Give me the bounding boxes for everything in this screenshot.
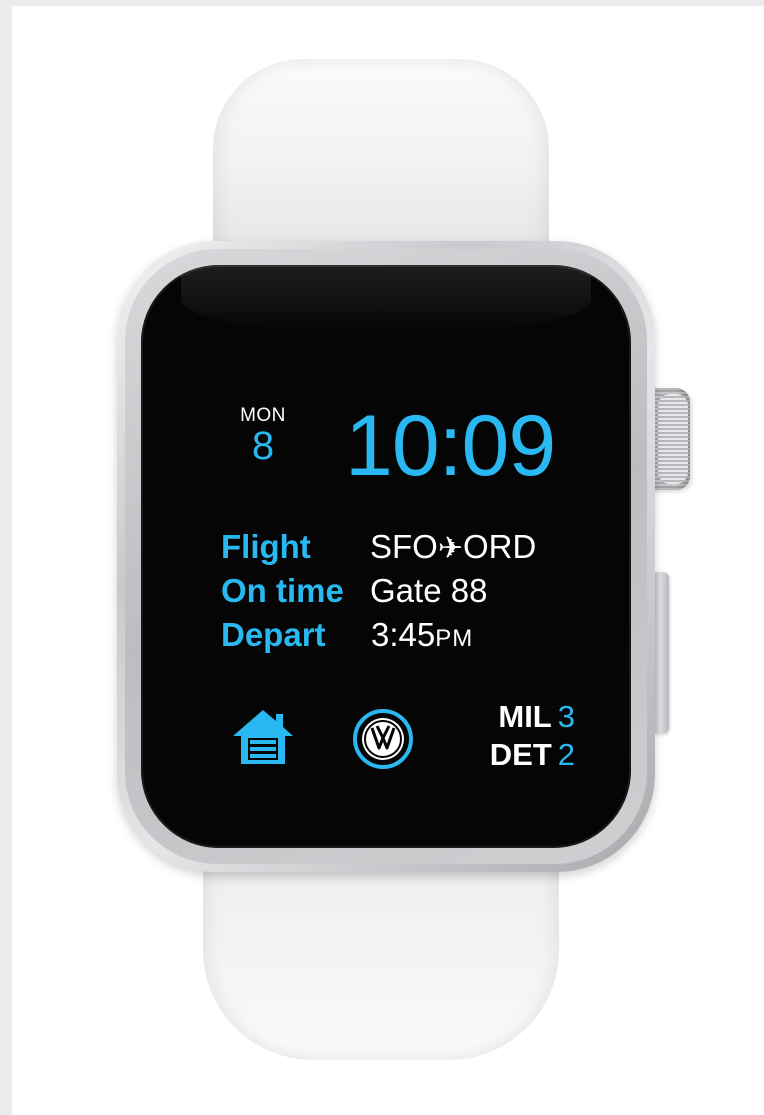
team-score: 3 [557, 699, 575, 734]
depart-time-suffix: PM [435, 625, 474, 652]
watch-case-inner: MON 8 10:09 Flight SFO✈ORD On time Gate … [125, 249, 647, 864]
digital-crown-face [658, 394, 688, 484]
team-score: 2 [557, 737, 575, 772]
garage-home-icon[interactable] [231, 708, 295, 766]
watch-band-bottom [203, 840, 559, 1060]
depart-time-value: 3:45 [371, 616, 436, 653]
team-name: MIL [498, 699, 552, 734]
flight-route: SFO✈ORD [370, 527, 536, 569]
score-row: MIL 3 [455, 698, 575, 736]
watch-screen[interactable]: MON 8 10:09 Flight SFO✈ORD On time Gate … [141, 265, 631, 848]
time-display: 10:09 [345, 398, 556, 494]
watch-band-top [213, 59, 549, 269]
flight-row[interactable]: Flight SFO✈ORD [221, 527, 581, 567]
team-name: DET [489, 737, 552, 772]
sports-scores[interactable]: MIL 3 DET 2 [455, 698, 575, 774]
watch-case: MON 8 10:09 Flight SFO✈ORD On time Gate … [117, 241, 655, 872]
depart-time: 3:45PM [371, 615, 473, 659]
flight-origin: SFO [370, 528, 438, 565]
airplane-icon: ✈ [437, 532, 463, 565]
glass-reflection [181, 265, 591, 335]
flight-label: Flight [221, 528, 311, 565]
vw-logo-icon-graphic [353, 709, 413, 769]
vw-logo-icon[interactable] [352, 708, 414, 770]
depart-label: Depart [221, 616, 326, 653]
flight-destination: ORD [462, 528, 537, 565]
garage-home-icon-graphic [233, 710, 293, 764]
score-row: DET 2 [455, 736, 575, 774]
flight-gate: Gate 88 [370, 572, 488, 609]
date-day-number: 8 [251, 424, 275, 468]
flight-depart-row[interactable]: Depart 3:45PM [221, 615, 581, 655]
flight-status-row[interactable]: On time Gate 88 [221, 571, 581, 611]
flight-status-label: On time [221, 572, 344, 609]
